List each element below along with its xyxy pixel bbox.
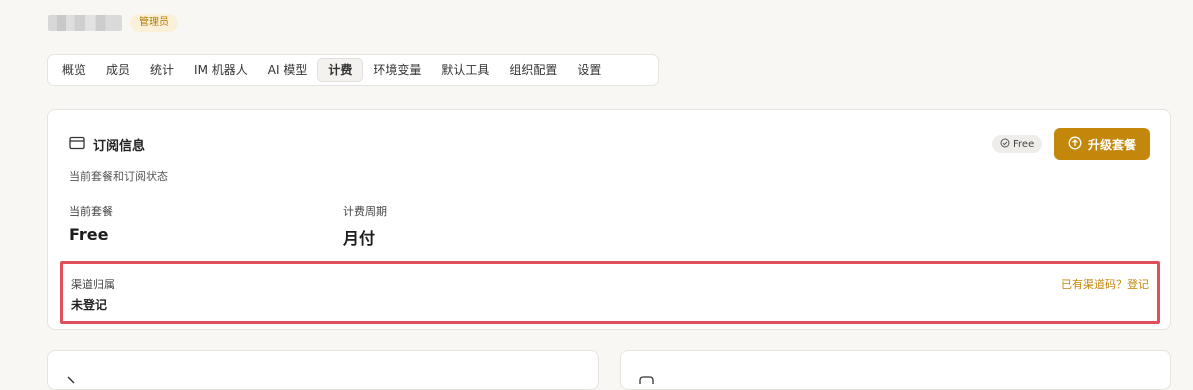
credit-card-icon [69, 135, 85, 154]
tab-env-vars[interactable]: 环境变量 [363, 58, 431, 82]
subscription-header: 订阅信息 [69, 135, 145, 154]
check-circle-icon [1000, 138, 1010, 151]
billing-cycle-value: 月付 [343, 229, 376, 248]
subscription-title: 订阅信息 [93, 139, 146, 154]
current-plan-field: 当前套餐 Free [69, 203, 113, 244]
tab-im-bot[interactable]: IM 机器人 [184, 58, 258, 82]
channel-value: 未登记 [71, 298, 108, 312]
role-badge: 管理员 [130, 14, 178, 32]
tab-stats[interactable]: 统计 [140, 58, 184, 82]
tab-default-tools[interactable]: 默认工具 [431, 58, 499, 82]
upgrade-plan-button[interactable]: 升级套餐 [1054, 128, 1150, 160]
current-plan-label: 当前套餐 [69, 205, 113, 218]
org-name-blurred [48, 15, 122, 31]
bottom-right-icon [639, 369, 655, 388]
tab-settings[interactable]: 设置 [567, 58, 611, 82]
billing-cycle-field: 计费周期 月付 [343, 203, 387, 249]
channel-label: 渠道归属 [71, 278, 115, 291]
subscription-card: 订阅信息 当前套餐和订阅状态 Free 升级套餐 当前套餐 Free 计费周期 … [47, 109, 1171, 330]
subscription-description: 当前套餐和订阅状态 [69, 170, 168, 183]
tab-org-config[interactable]: 组织配置 [499, 58, 567, 82]
tab-members[interactable]: 成员 [96, 58, 140, 82]
bottom-card-left [47, 350, 599, 390]
tab-ai-model[interactable]: AI 模型 [258, 58, 318, 82]
current-plan-value: Free [69, 225, 109, 244]
tab-billing[interactable]: 计费 [317, 58, 364, 82]
arrow-up-circle-icon [1068, 136, 1082, 153]
org-header: 管理员 [48, 13, 178, 33]
upgrade-plan-label: 升级套餐 [1087, 137, 1136, 152]
tab-overview[interactable]: 概览 [52, 58, 96, 82]
bottom-left-icon [66, 369, 78, 388]
settings-tabs: 概览 成员 统计 IM 机器人 AI 模型 计费 环境变量 默认工具 组织配置 … [47, 54, 659, 86]
plan-badge-label: Free [1013, 138, 1035, 150]
channel-section: 渠道归属 未登记 已有渠道码？登记 [60, 261, 1160, 324]
register-channel-link[interactable]: 已有渠道码？登记 [1061, 276, 1149, 292]
bottom-card-right [620, 350, 1171, 390]
plan-badge: Free [992, 135, 1043, 153]
billing-cycle-label: 计费周期 [343, 205, 387, 218]
